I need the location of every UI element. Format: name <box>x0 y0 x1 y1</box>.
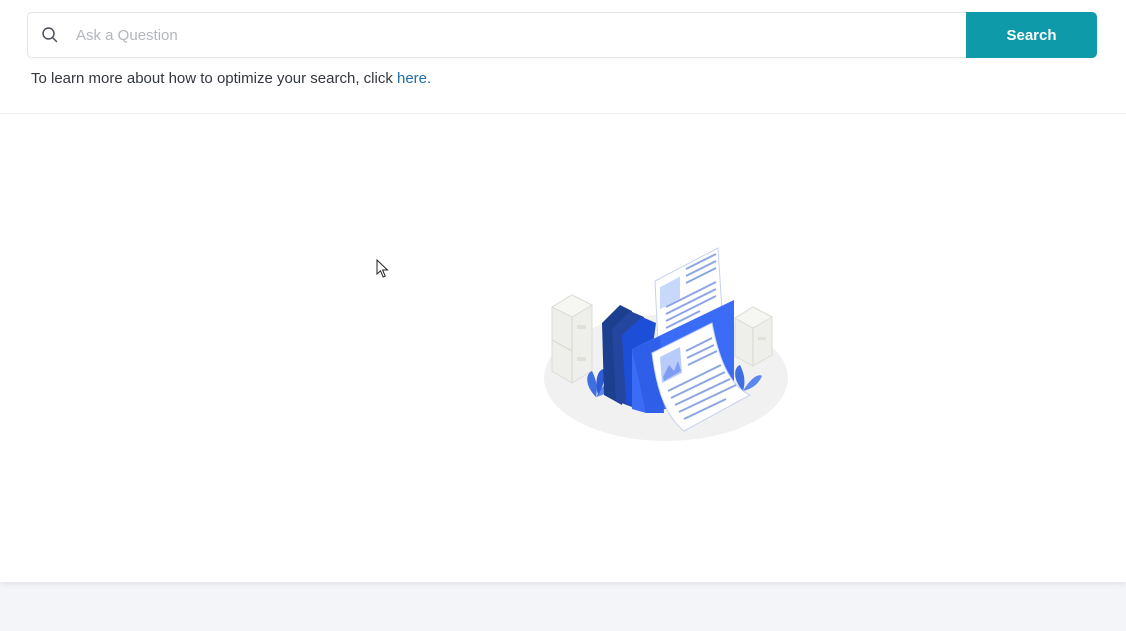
documents-folder-illustration-icon <box>544 247 788 441</box>
cabinet-icon <box>550 294 594 384</box>
mouse-cursor-icon <box>376 258 390 279</box>
search-input[interactable] <box>76 14 956 56</box>
help-text-prefix: To learn more about how to optimize your… <box>31 70 397 87</box>
search-button[interactable]: Search <box>966 12 1097 58</box>
cabinet-icon <box>734 306 774 367</box>
search-panel: Search To learn more about how to optimi… <box>0 0 1126 582</box>
search-bar: Search <box>27 12 1097 58</box>
search-icon <box>41 26 59 44</box>
search-help-text: To learn more about how to optimize your… <box>31 70 431 87</box>
empty-state-illustration <box>540 245 795 445</box>
divider <box>0 113 1126 114</box>
help-link[interactable]: here. <box>397 70 431 87</box>
